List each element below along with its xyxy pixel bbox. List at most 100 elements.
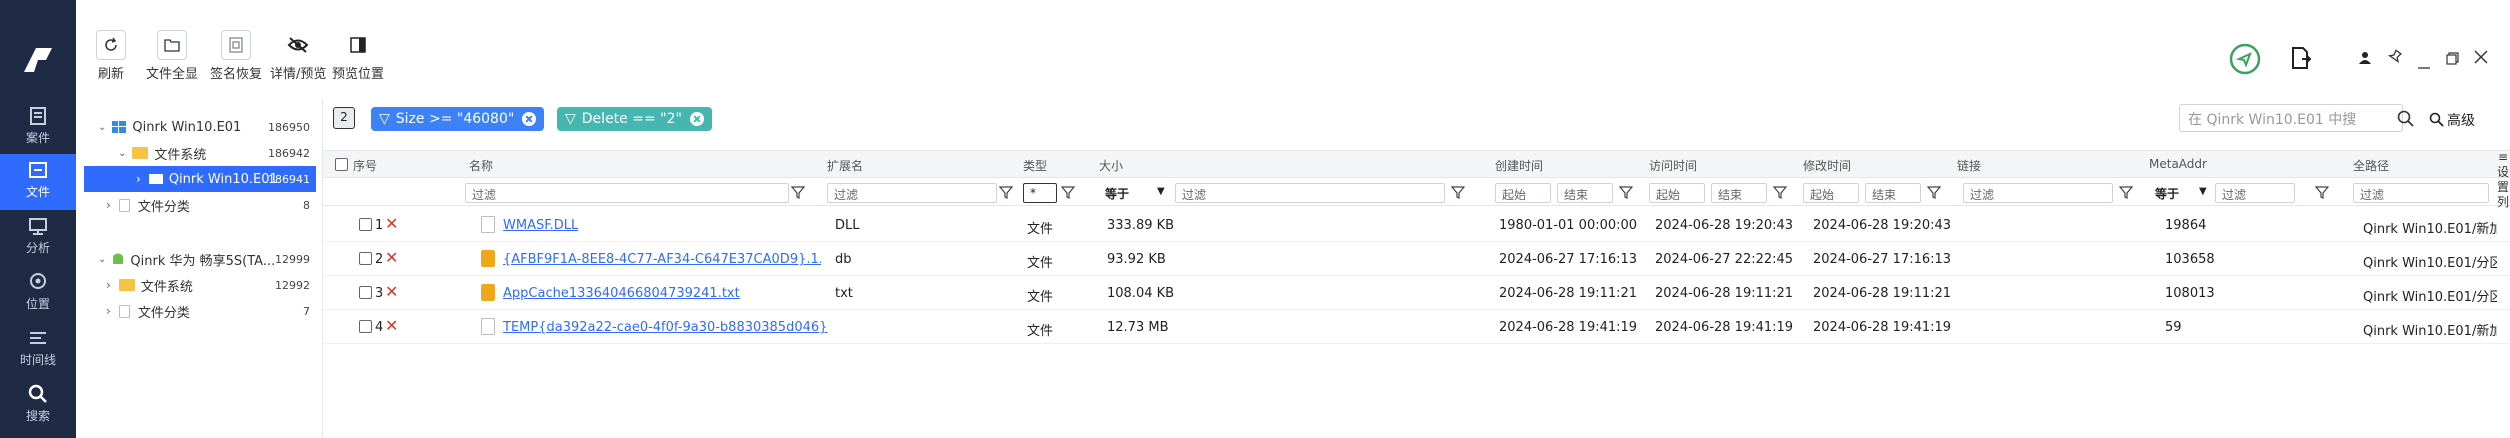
tree-node-filesystem-1[interactable]: ⌄ 文件系统 186942 xyxy=(84,140,316,166)
advanced-search-button[interactable]: 高级 xyxy=(2447,110,2475,130)
restore-icon[interactable] xyxy=(2446,50,2462,80)
search-icon[interactable] xyxy=(2397,110,2415,128)
accessed-start-input[interactable]: 起始 xyxy=(1649,183,1705,203)
column-filter-row: 过滤 过滤 * 等于 ▼ 过滤 起始 结束 起始 结束 起始 结束 过滤 等于 … xyxy=(323,180,2510,206)
sidebar-label-location: 位置 xyxy=(25,297,50,311)
row-checkbox[interactable] xyxy=(359,252,372,265)
table-row[interactable]: 1 ✕ WMASF.DLL DLL 文件 333.89 KB 1980-01-0… xyxy=(323,208,2510,242)
row-ext: txt xyxy=(835,286,853,301)
modified-start-input[interactable]: 起始 xyxy=(1803,183,1859,203)
col-fullpath[interactable]: 全路径 xyxy=(2353,157,2389,174)
funnel-icon[interactable] xyxy=(1773,185,1787,199)
document-icon xyxy=(481,216,495,233)
funnel-icon[interactable] xyxy=(1927,185,1941,199)
table-row[interactable]: 4 ✕ TEMP{da392a22-cae0-4f0f-9a30-b883038… xyxy=(323,310,2510,344)
tree-node-category-2[interactable]: › 文件分类 7 xyxy=(84,298,316,324)
sig-recover-button[interactable]: 签名恢复 xyxy=(210,30,262,82)
database-icon xyxy=(481,250,495,267)
pin-icon[interactable] xyxy=(2388,49,2404,79)
row-index: 2 xyxy=(375,252,384,267)
funnel-icon[interactable] xyxy=(2315,185,2329,199)
funnel-icon[interactable] xyxy=(999,185,1013,199)
file-all-button[interactable]: 文件全显 xyxy=(146,30,198,82)
row-accessed: 2024-06-28 19:41:19 xyxy=(1655,320,1794,335)
created-end-input[interactable]: 结束 xyxy=(1557,183,1613,203)
row-name-link[interactable]: WMASF.DLL xyxy=(503,218,578,233)
funnel-icon[interactable] xyxy=(1061,185,1075,199)
created-start-input[interactable]: 起始 xyxy=(1495,183,1551,203)
app-window: 案件 文件 分析 位置 时间线 搜索 刷新 文件全显 签名恢复 详情/预览 预览… xyxy=(0,0,2510,438)
col-name[interactable]: 名称 xyxy=(469,157,493,174)
remove-filter-icon[interactable] xyxy=(689,112,704,126)
preview-position-button[interactable]: 预览位置 xyxy=(332,30,384,82)
row-checkbox[interactable] xyxy=(359,218,372,231)
table-row[interactable]: 2 ✕ {AFBF9F1A-8EE8-4C77-AF34-C647E37CA0D… xyxy=(323,242,2510,276)
close-icon[interactable] xyxy=(2474,49,2490,79)
tree-node-label: Qinrk Win10.E01 xyxy=(168,171,278,187)
sidebar-item-file[interactable]: 文件 xyxy=(0,154,76,210)
col-created[interactable]: 创建时间 xyxy=(1495,157,1543,174)
row-accessed: 2024-06-28 19:11:21 xyxy=(1655,286,1794,301)
select-all-checkbox[interactable] xyxy=(335,158,348,171)
row-name-link[interactable]: AppCache133640466804739241.txt xyxy=(503,286,740,301)
col-type[interactable]: 类型 xyxy=(1023,157,1047,174)
size-filter-input[interactable]: 过滤 xyxy=(1175,183,1445,203)
row-name-link[interactable]: TEMP{da392a22-cae0-4f0f-9a30-b8830385d04… xyxy=(503,320,827,335)
ext-filter-input[interactable]: 过滤 xyxy=(827,183,997,203)
col-accessed[interactable]: 访问时间 xyxy=(1649,157,1697,174)
refresh-button[interactable]: 刷新 xyxy=(96,30,126,82)
link-filter-input[interactable]: 过滤 xyxy=(1963,183,2113,203)
folder-icon xyxy=(118,279,135,291)
tree-node-case-2[interactable]: ⌄ Qinrk 华为 畅享5S(TA... 12999 xyxy=(84,246,316,272)
funnel-icon[interactable] xyxy=(791,185,805,199)
funnel-icon[interactable] xyxy=(1451,185,1465,199)
accessed-end-input[interactable]: 结束 xyxy=(1711,183,1767,203)
sidebar-item-location[interactable]: 位置 xyxy=(0,266,76,322)
folder-open-icon xyxy=(164,39,180,52)
col-metaaddr[interactable]: MetaAddr xyxy=(2149,157,2207,171)
tree-node-filesystem-2[interactable]: › 文件系统 12992 xyxy=(84,272,316,298)
col-index[interactable]: 序号 xyxy=(353,157,377,174)
row-type: 文件 xyxy=(1027,256,1054,271)
row-checkbox[interactable] xyxy=(359,286,372,299)
col-ext[interactable]: 扩展名 xyxy=(827,157,863,174)
row-name-link[interactable]: {AFBF9F1A-8EE8-4C77-AF34-C647E37CA0D9}.1… xyxy=(503,252,821,267)
table-header: 序号 名称 扩展名 类型 大小 创建时间 访问时间 修改时间 链接 MetaAd… xyxy=(323,150,2510,178)
modified-end-input[interactable]: 结束 xyxy=(1865,183,1921,203)
sidebar-label-timeline: 时间线 xyxy=(19,353,56,367)
col-modified[interactable]: 修改时间 xyxy=(1803,157,1851,174)
col-size[interactable]: 大小 xyxy=(1099,157,1123,174)
name-filter-input[interactable]: 过滤 xyxy=(465,183,789,203)
sidebar-item-analysis[interactable]: 分析 xyxy=(0,210,76,266)
detail-preview-button[interactable]: 详情/预览 xyxy=(270,30,326,82)
status-ok-icon[interactable] xyxy=(2228,42,2262,75)
tree-node-partition-selected[interactable]: › Qinrk Win10.E01 186941 xyxy=(84,166,316,192)
table-row[interactable]: 3 ✕ AppCache133640466804739241.txt txt 文… xyxy=(323,276,2510,310)
search-input[interactable]: 在 Qinrk Win10.E01 中搜 xyxy=(2179,104,2403,132)
remove-filter-icon[interactable] xyxy=(522,112,537,126)
export-doc-icon[interactable] xyxy=(2290,46,2314,76)
meta-filter-input[interactable]: 过滤 xyxy=(2215,183,2295,203)
sidebar-item-timeline[interactable]: 时间线 xyxy=(0,322,76,378)
filter-chip-delete[interactable]: ▽ Delete == "2" xyxy=(557,107,712,131)
type-filter-select[interactable]: * xyxy=(1023,183,1057,203)
funnel-icon[interactable] xyxy=(1619,185,1633,199)
meta-operator-select[interactable]: 等于 xyxy=(2149,183,2201,203)
tree-node-category-1[interactable]: › 文件分类 8 xyxy=(84,192,316,218)
funnel-icon[interactable] xyxy=(2119,185,2133,199)
menu-lines-icon: ≡ xyxy=(2497,150,2509,164)
col-link[interactable]: 链接 xyxy=(1957,157,1981,174)
user-icon[interactable] xyxy=(2358,50,2374,80)
sidebar-item-search[interactable]: 搜索 xyxy=(0,378,76,434)
funnel-icon: ▽ xyxy=(379,111,390,127)
sig-recover-label: 签名恢复 xyxy=(210,67,263,82)
path-filter-input[interactable]: 过滤 xyxy=(2353,183,2489,203)
row-checkbox[interactable] xyxy=(359,320,372,333)
windows-icon xyxy=(112,121,127,133)
filter-count-badge[interactable]: 2 xyxy=(333,107,355,129)
sidebar-item-case[interactable]: 案件 xyxy=(0,100,76,156)
tree-node-case-1[interactable]: ⌄ Qinrk Win10.E01 186950 xyxy=(84,114,316,140)
refresh-icon xyxy=(105,37,117,51)
filter-chip-size[interactable]: ▽ Size >= "46080" xyxy=(371,107,545,131)
minimize-icon[interactable] xyxy=(2418,55,2434,85)
